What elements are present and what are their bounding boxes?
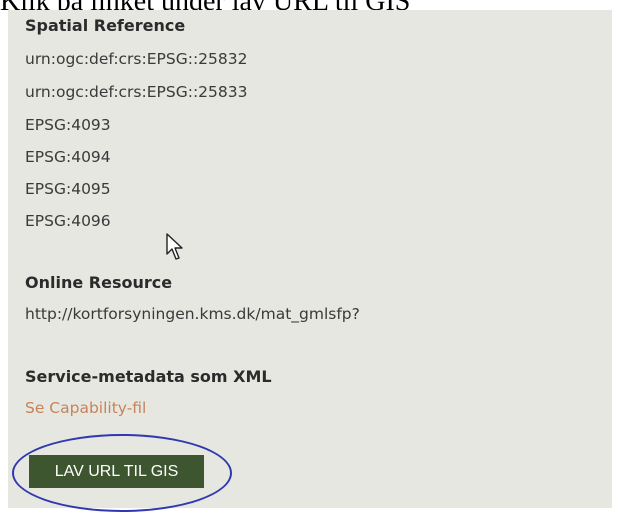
spatial-reference-heading: Spatial Reference [25, 16, 186, 35]
crs-value: EPSG:4093 [25, 116, 111, 134]
crs-value: EPSG:4095 [25, 180, 111, 198]
service-metadata-heading: Service-metadata som XML [25, 367, 272, 386]
capability-file-link[interactable]: Se Capability-fil [25, 399, 146, 417]
crs-value: urn:ogc:def:crs:EPSG::25832 [25, 50, 248, 68]
online-resource-heading: Online Resource [25, 273, 173, 292]
crs-value: urn:ogc:def:crs:EPSG::25833 [25, 83, 248, 101]
crs-value: EPSG:4094 [25, 148, 111, 166]
crs-value: EPSG:4096 [25, 212, 111, 230]
mouse-pointer-icon [165, 232, 187, 266]
make-gis-url-button[interactable]: LAV URL TIL GIS [29, 455, 204, 488]
online-resource-url: http://kortforsyningen.kms.dk/mat_gmlsfp… [25, 305, 360, 323]
